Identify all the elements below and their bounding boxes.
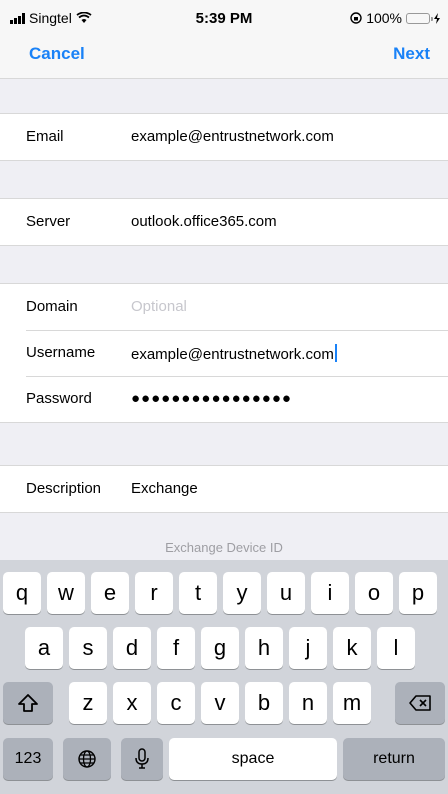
password-row[interactable]: Password ●●●●●●●●●●●●●●●● xyxy=(0,376,448,422)
dictation-key[interactable] xyxy=(121,738,163,780)
microphone-icon xyxy=(135,748,149,769)
key-e[interactable]: e xyxy=(91,572,129,614)
username-value: example@entrustnetwork.com xyxy=(131,346,334,363)
key-h[interactable]: h xyxy=(245,627,283,669)
credentials-group: Domain Optional Username example@entrust… xyxy=(0,283,448,423)
key-x[interactable]: x xyxy=(113,682,151,724)
backspace-key[interactable] xyxy=(395,682,445,724)
key-y[interactable]: y xyxy=(223,572,261,614)
key-u[interactable]: u xyxy=(267,572,305,614)
key-q[interactable]: q xyxy=(3,572,41,614)
key-k[interactable]: k xyxy=(333,627,371,669)
server-row[interactable]: Server outlook.office365.com xyxy=(0,199,448,245)
key-d[interactable]: d xyxy=(113,627,151,669)
key-w[interactable]: w xyxy=(47,572,85,614)
status-bar: Singtel 5:39 PM 100% xyxy=(0,0,448,38)
key-l[interactable]: l xyxy=(377,627,415,669)
email-group: Email example@entrustnetwork.com xyxy=(0,113,448,161)
key-t[interactable]: t xyxy=(179,572,217,614)
battery-icon xyxy=(406,12,433,24)
key-m[interactable]: m xyxy=(333,682,371,724)
username-label: Username xyxy=(26,344,96,361)
rotation-lock-icon xyxy=(350,12,362,24)
key-v[interactable]: v xyxy=(201,682,239,724)
key-r[interactable]: r xyxy=(135,572,173,614)
key-i[interactable]: i xyxy=(311,572,349,614)
description-label: Description xyxy=(26,480,102,497)
shift-icon xyxy=(18,694,38,712)
keyboard: q w e r t y u i o p a s d f g h j k l z … xyxy=(0,560,448,794)
backspace-icon xyxy=(409,695,431,711)
email-label: Email xyxy=(26,128,64,145)
key-a[interactable]: a xyxy=(25,627,63,669)
key-g[interactable]: g xyxy=(201,627,239,669)
domain-row[interactable]: Domain Optional xyxy=(0,284,448,330)
domain-field[interactable]: Optional xyxy=(131,298,187,315)
charging-icon xyxy=(434,12,440,24)
space-key[interactable]: space xyxy=(169,738,337,780)
username-row[interactable]: Username example@entrustnetwork.com xyxy=(0,330,448,376)
battery-percent: 100% xyxy=(366,10,402,26)
key-n[interactable]: n xyxy=(289,682,327,724)
shift-key[interactable] xyxy=(3,682,53,724)
password-field[interactable]: ●●●●●●●●●●●●●●●● xyxy=(131,390,292,407)
description-field[interactable]: Exchange xyxy=(131,480,198,497)
globe-icon xyxy=(78,750,96,768)
email-field[interactable]: example@entrustnetwork.com xyxy=(131,128,334,145)
key-s[interactable]: s xyxy=(69,627,107,669)
domain-label: Domain xyxy=(26,298,78,315)
cancel-button[interactable]: Cancel xyxy=(29,44,85,64)
description-row[interactable]: Description Exchange xyxy=(0,466,448,512)
description-group: Description Exchange xyxy=(0,465,448,513)
text-cursor xyxy=(334,344,337,362)
next-button[interactable]: Next xyxy=(393,44,430,64)
server-label: Server xyxy=(26,213,71,230)
email-row[interactable]: Email example@entrustnetwork.com xyxy=(0,114,448,160)
username-field[interactable]: example@entrustnetwork.com xyxy=(131,344,337,363)
return-key[interactable]: return xyxy=(343,738,445,780)
globe-key[interactable] xyxy=(63,738,111,780)
password-label: Password xyxy=(26,390,92,407)
key-o[interactable]: o xyxy=(355,572,393,614)
battery-status: 100% xyxy=(350,10,440,26)
navigation-bar: Cancel Next xyxy=(0,38,448,79)
device-id-caption: Exchange Device ID xyxy=(165,540,283,555)
key-c[interactable]: c xyxy=(157,682,195,724)
numbers-key[interactable]: 123 xyxy=(3,738,53,780)
key-b[interactable]: b xyxy=(245,682,283,724)
key-j[interactable]: j xyxy=(289,627,327,669)
key-z[interactable]: z xyxy=(69,682,107,724)
key-p[interactable]: p xyxy=(399,572,437,614)
server-field[interactable]: outlook.office365.com xyxy=(131,213,277,230)
server-group: Server outlook.office365.com xyxy=(0,198,448,246)
key-f[interactable]: f xyxy=(157,627,195,669)
